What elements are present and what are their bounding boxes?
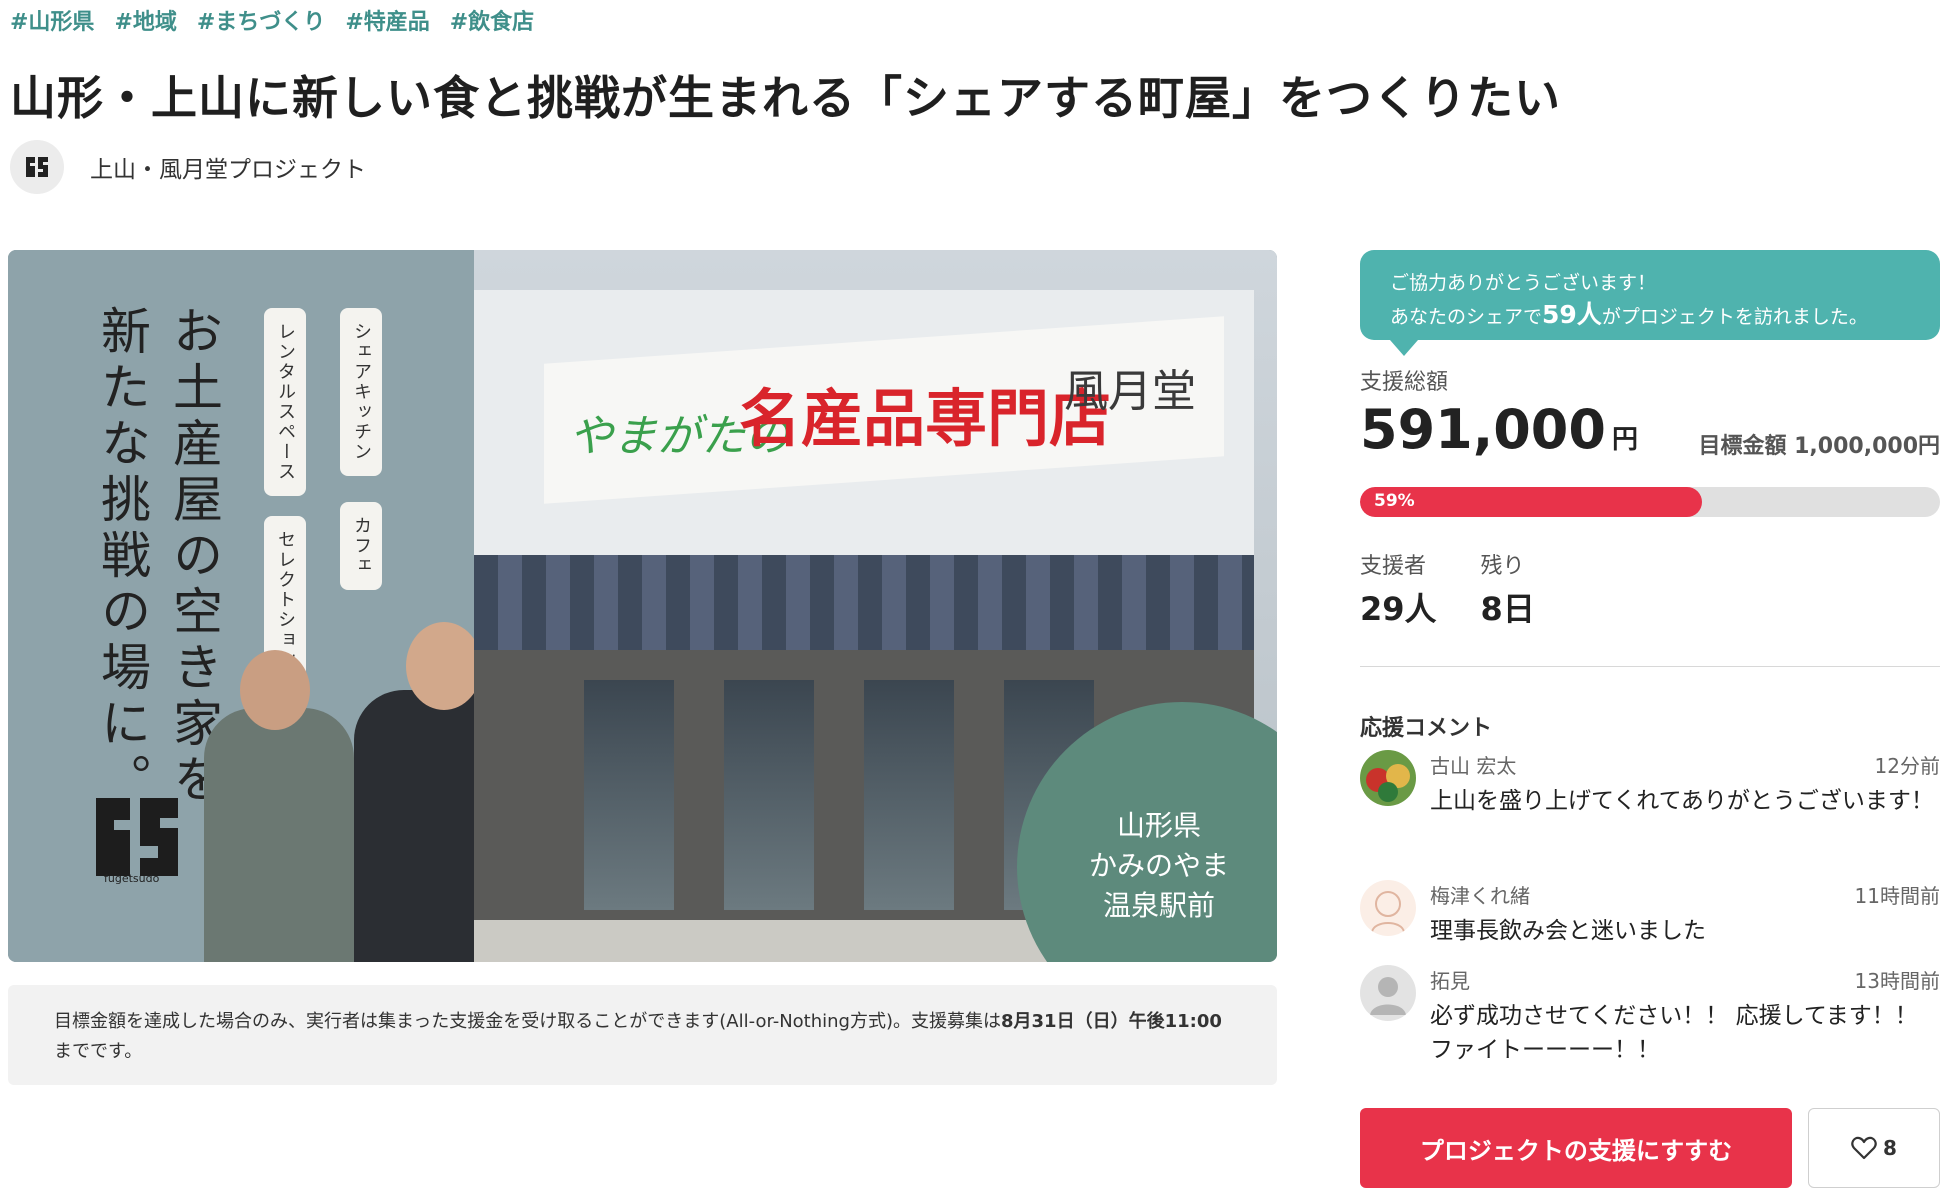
commenter-name[interactable]: 拓見: [1430, 965, 1470, 994]
fugetsudo-logo-icon: [96, 798, 178, 876]
hero-image: お土産屋の空き家を 新たな挑戦の場に。 シェアキッチン レンタルスペース カフェ…: [8, 250, 1277, 962]
share-visit-count: 59人: [1542, 300, 1602, 329]
all-or-nothing-notice: 目標金額を達成した場合のみ、実行者は集まった支援金を受け取ることができます(Al…: [8, 985, 1277, 1085]
tag-region[interactable]: #地域: [114, 4, 176, 36]
window-pane: [864, 680, 954, 910]
default-user-icon[interactable]: [1360, 965, 1416, 1021]
favorite-count: 8: [1883, 1136, 1897, 1160]
share-thanks-bubble: ご協力ありがとうございます！ あなたのシェアで59人がプロジェクトを訪れました。: [1360, 250, 1940, 356]
comment-item: 拓見 13時間前 必ず成功させてください！！ 応援してます！！ファイトーーーー！…: [1360, 965, 1940, 1075]
commenter-avatar[interactable]: [1360, 880, 1416, 936]
share-thanks-line: ご協力ありがとうございます！: [1390, 272, 1657, 294]
notice-deadline: 8月31日（日）午後11:00: [1001, 1011, 1222, 1032]
tile-roof: [474, 555, 1254, 650]
funding-progress-label: 59%: [1374, 491, 1415, 511]
divider: [1360, 666, 1940, 667]
notice-text-end: までです。: [54, 1041, 143, 1062]
fugetsudo-logo-icon[interactable]: [10, 140, 64, 194]
favorite-button[interactable]: 8: [1808, 1108, 1940, 1188]
window-pane: [724, 680, 814, 910]
commenter-name[interactable]: 古山 宏太: [1430, 750, 1516, 779]
storefront-photo: やまがたの 名産品専門店 風月堂 山形県 かみのやま 温泉駅前: [474, 250, 1277, 962]
project-owner[interactable]: 上山・風月堂プロジェクト: [10, 140, 366, 194]
comment-item: 梅津くれ緒 11時間前 理事長飲み会と迷いました: [1360, 880, 1940, 950]
person-right-face: [406, 622, 482, 710]
hero-pill-cafe: カフェ: [340, 502, 382, 590]
comment-item: 古山 宏太 12分前 上山を盛り上げてくれてありがとうございます！: [1360, 750, 1940, 870]
supporters-value: 29人: [1360, 590, 1437, 628]
project-title: 山形・上山に新しい食と挑戦が生まれる「シェアする町屋」をつくりたい: [10, 71, 1561, 125]
comment-time: 13時間前: [1854, 969, 1940, 993]
hero-pill-rental-space: レンタルスペース: [264, 308, 306, 496]
badge-line-1: 山形県: [1116, 809, 1201, 842]
comment-text: 理事長飲み会と迷いました: [1430, 918, 1706, 944]
share-visits-prefix: あなたのシェアで: [1390, 306, 1543, 328]
badge-line-3: 温泉駅前: [1102, 889, 1215, 922]
notice-text: 目標金額を達成した場合のみ、実行者は集まった支援金を受け取ることができます(Al…: [54, 1011, 1001, 1032]
supporters-stat: 支援者 29人: [1360, 548, 1437, 630]
hero-pill-share-kitchen: シェアキッチン: [340, 308, 382, 476]
comments-heading: 応援コメント: [1360, 716, 1493, 741]
badge-line-2: かみのやま: [1088, 849, 1229, 882]
support-project-button[interactable]: プロジェクトの支援にすすむ: [1360, 1108, 1792, 1188]
comment-time: 11時間前: [1854, 884, 1940, 908]
share-visits-line: あなたのシェアで59人がプロジェクトを訪れました。: [1390, 299, 1910, 333]
supporters-label: 支援者: [1360, 554, 1427, 579]
share-visits-suffix: がプロジェクトを訪れました。: [1601, 306, 1868, 328]
owner-name[interactable]: 上山・風月堂プロジェクト: [90, 150, 366, 184]
sign-text-store: 風月堂: [1064, 366, 1196, 417]
tag-machizukuri[interactable]: #まちづくり: [197, 4, 325, 36]
comment-text: 上山を盛り上げてくれてありがとうございます！: [1430, 788, 1934, 814]
tag-list: #山形県 #地域 #まちづくり #特産品 #飲食店: [10, 4, 534, 36]
hero-headline-2: 新たな挑戦の場に。: [93, 305, 151, 809]
funding-stats: 支援者 29人 残り 8日: [1360, 548, 1535, 630]
comment-time: 12分前: [1874, 754, 1940, 778]
goal-amount: 目標金額 1,000,000円: [1698, 434, 1940, 459]
funding-progress-bar: 59%: [1360, 487, 1940, 517]
heart-icon: [1851, 1136, 1877, 1160]
tag-yamagata[interactable]: #山形県: [10, 4, 94, 36]
amount-unit: 円: [1611, 425, 1638, 455]
hero-logo-text: fugetsudo: [104, 872, 160, 885]
location-badge-text: 山形県 かみのやま 温泉駅前: [1089, 806, 1229, 926]
amount-value: 591,000: [1360, 398, 1606, 461]
comment-text: 必ず成功させてください！！ 応援してます！！ファイトーーーー！！: [1430, 1003, 1918, 1063]
tag-restaurant[interactable]: #飲食店: [450, 4, 534, 36]
person-left-face: [240, 650, 310, 730]
person-left-image: [204, 708, 354, 962]
remaining-value: 8日: [1480, 590, 1535, 628]
commenter-name[interactable]: 梅津くれ緒: [1430, 880, 1530, 909]
hero-text-panel: お土産屋の空き家を 新たな挑戦の場に。 シェアキッチン レンタルスペース カフェ…: [8, 250, 524, 962]
remaining-label: 残り: [1480, 554, 1525, 579]
tag-specialty[interactable]: #特産品: [345, 4, 429, 36]
total-funding-label: 支援総額: [1360, 370, 1449, 395]
total-funding-amount: 591,000 円: [1360, 398, 1638, 461]
remaining-stat: 残り 8日: [1481, 548, 1535, 630]
commenter-avatar[interactable]: [1360, 750, 1416, 806]
sign-text-red: 名産品専門店: [739, 382, 1112, 455]
window-pane: [584, 680, 674, 910]
